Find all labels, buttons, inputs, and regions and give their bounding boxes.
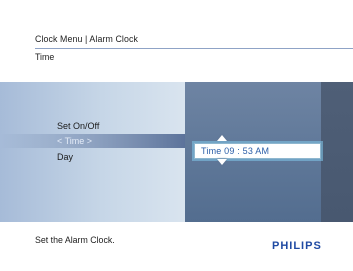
menu-item-set-on-off[interactable]: Set On/Off bbox=[57, 121, 99, 131]
header-divider bbox=[35, 48, 353, 49]
menu-item-time[interactable]: < Time > bbox=[57, 136, 92, 146]
time-input-field[interactable]: Time 09 : 53 AM bbox=[194, 143, 321, 159]
page-title: Time bbox=[35, 52, 55, 62]
main-panel: Set On/Off < Time > Day Time 09 : 53 AM bbox=[0, 82, 353, 222]
menu-column bbox=[0, 82, 185, 222]
header: Clock Menu | Alarm Clock Time bbox=[0, 0, 353, 82]
side-column bbox=[321, 82, 353, 222]
help-text: Set the Alarm Clock. bbox=[35, 235, 115, 245]
triangle-down-icon[interactable] bbox=[217, 159, 227, 165]
triangle-up-icon[interactable] bbox=[217, 135, 227, 141]
brand-logo: PHILIPS bbox=[272, 240, 322, 252]
menu-item-day[interactable]: Day bbox=[57, 152, 73, 162]
breadcrumb: Clock Menu | Alarm Clock bbox=[35, 34, 138, 44]
time-value: Time 09 : 53 AM bbox=[201, 146, 270, 156]
menu-selection-highlight bbox=[0, 134, 185, 148]
